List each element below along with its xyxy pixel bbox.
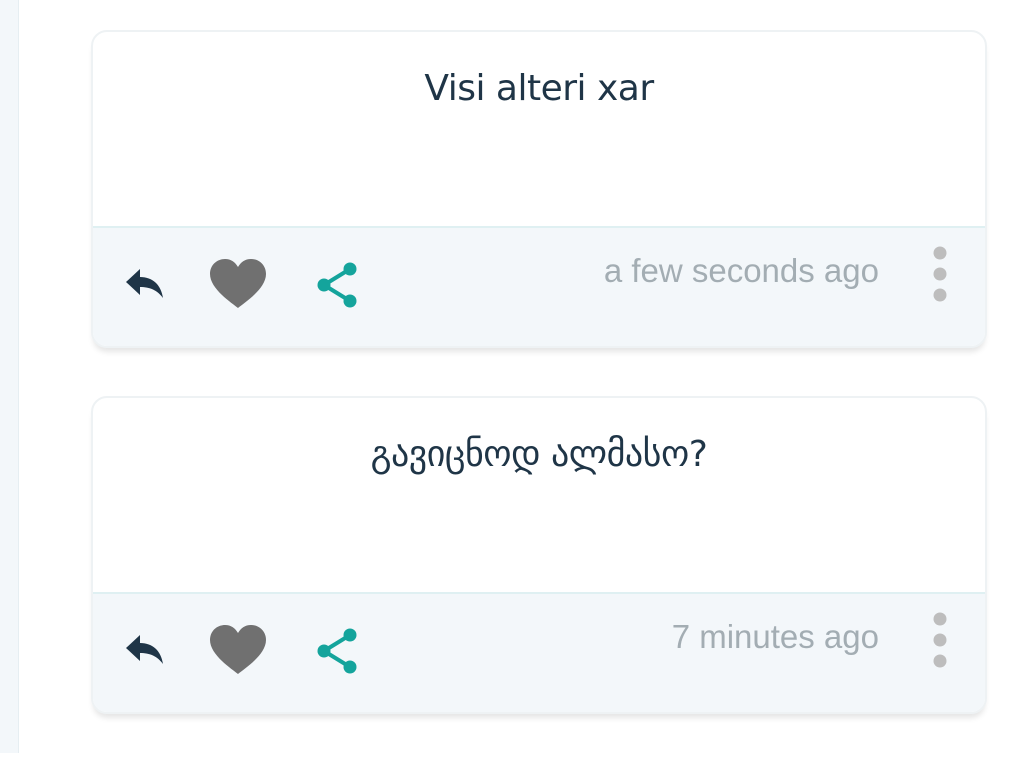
post-text: Visi alteri xar xyxy=(424,68,654,109)
like-button[interactable] xyxy=(207,624,269,676)
post-feed: Visi alteri xar a few seconds ago გავიცნ… xyxy=(91,30,989,762)
more-options-button[interactable] xyxy=(925,610,955,670)
more-vertical-icon xyxy=(933,612,947,668)
reply-button[interactable] xyxy=(121,264,169,304)
share-button[interactable] xyxy=(313,260,361,310)
post-text: გავიცნოდ ალმასო? xyxy=(370,434,708,475)
post-body: გავიცნოდ ალმასო? xyxy=(93,398,985,594)
reply-icon xyxy=(126,635,163,664)
post-footer: a few seconds ago xyxy=(93,228,985,346)
post-card: გავიცნოდ ალმასო? 7 minutes ago xyxy=(91,396,987,714)
heart-icon xyxy=(210,625,266,674)
more-vertical-icon xyxy=(933,246,947,302)
post-timestamp: a few seconds ago xyxy=(603,252,879,289)
more-options-button[interactable] xyxy=(925,244,955,304)
post-body: Visi alteri xar xyxy=(93,32,985,228)
reply-button[interactable] xyxy=(121,630,169,670)
reply-icon xyxy=(126,269,163,298)
heart-icon xyxy=(210,259,266,308)
like-button[interactable] xyxy=(207,258,269,310)
post-footer: 7 minutes ago xyxy=(93,594,985,712)
left-rail xyxy=(0,0,19,753)
share-icon xyxy=(317,628,357,674)
share-button[interactable] xyxy=(313,626,361,676)
post-timestamp: 7 minutes ago xyxy=(671,618,879,655)
share-icon xyxy=(317,262,357,308)
post-card: Visi alteri xar a few seconds ago xyxy=(91,30,987,348)
